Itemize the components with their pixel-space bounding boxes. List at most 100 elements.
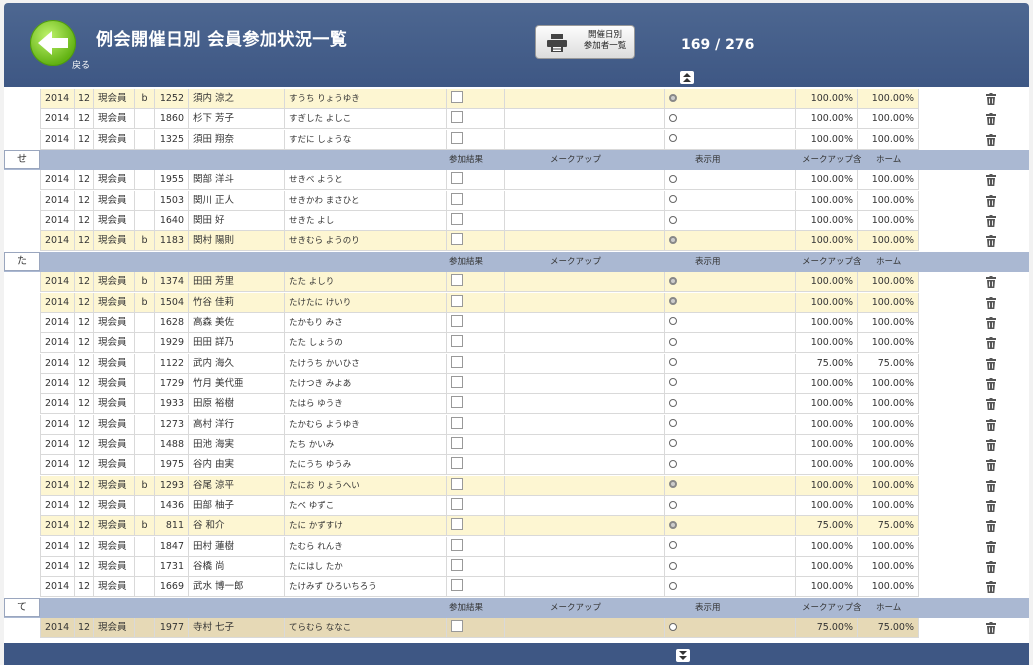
trash-icon[interactable] — [986, 581, 996, 596]
member-row[interactable]: 2014 12 現会員 b 1183 関村 陽則 せきむら ようのり 100.00% 100.0… — [4, 231, 1029, 252]
attendance-checkbox[interactable] — [451, 213, 463, 226]
trash-icon[interactable] — [986, 174, 996, 189]
makeup-cell[interactable] — [504, 394, 664, 415]
attendance-checkbox[interactable] — [451, 314, 463, 327]
trash-icon[interactable] — [986, 377, 996, 393]
trash-icon[interactable] — [986, 316, 996, 332]
trash-icon[interactable] — [986, 540, 996, 556]
makeup-cell[interactable] — [504, 190, 664, 211]
member-row[interactable]: 2014 12 現会員 b 1252 須内 涼之 すうち りょうゆき 100.00% 100.0… — [4, 89, 1029, 109]
makeup-cell[interactable] — [504, 312, 664, 333]
member-row[interactable]: 2014 12 現会員 1731 谷橋 尚たにはし たか 100.00% 100.00% — [4, 557, 1029, 578]
member-row[interactable]: 2014 12 現会員 1628 高森 美佐 たかもり みさ 100.00% 100.00% — [4, 312, 1029, 333]
trash-icon[interactable] — [986, 215, 996, 230]
attendance-checkbox[interactable] — [451, 192, 463, 205]
member-row[interactable]: 2014 12 現会員 b 1374 田田 芳里 たた よしり 100.00% 100.00% — [4, 272, 1029, 293]
attendance-checkbox[interactable] — [451, 172, 463, 185]
makeup-cell[interactable] — [504, 89, 664, 109]
member-row[interactable]: 2014 12 現会員 1729 竹月 美代亜 たけつき みよあ 100.00% 100.00… — [4, 373, 1029, 394]
display-radio[interactable] — [669, 235, 677, 244]
attendance-checkbox[interactable] — [451, 416, 463, 429]
trash-icon[interactable] — [986, 459, 996, 474]
display-radio[interactable] — [669, 378, 677, 387]
trash-icon[interactable] — [986, 561, 996, 576]
member-row[interactable]: 2014 12 現会員 1929 田田 詳乃 たた しょうの 100.00% 100.00% — [4, 333, 1029, 354]
display-radio[interactable] — [669, 622, 677, 631]
makeup-cell[interactable] — [504, 496, 664, 516]
display-radio[interactable] — [669, 500, 677, 509]
display-radio[interactable] — [669, 93, 677, 102]
trash-icon[interactable] — [986, 337, 996, 352]
member-row[interactable]: 2014 12 現会員 1436 田部 柚子 たべ ゆずこ 100.00% 100.00% — [4, 496, 1029, 516]
member-row[interactable]: 2014 12 現会員 1933 田原 裕樹 たはら ゆうき 100.00% 100.00% — [4, 394, 1029, 415]
attendance-checkbox[interactable] — [451, 131, 463, 144]
member-row[interactable]: 2014 12 現会員 1122 武内 海久 たけうち かいひさ 75.00% 75.00% — [4, 353, 1029, 374]
display-radio[interactable] — [669, 439, 677, 448]
display-radio[interactable] — [669, 195, 677, 204]
trash-icon[interactable] — [986, 276, 996, 291]
makeup-cell[interactable] — [504, 333, 664, 354]
trash-icon[interactable] — [986, 622, 996, 637]
makeup-cell[interactable] — [504, 353, 664, 374]
makeup-cell[interactable] — [504, 170, 664, 191]
makeup-cell[interactable] — [504, 231, 664, 252]
member-row[interactable]: 2014 12 現会員 1975 谷内 由実 たにうち ゆうみ 100.00% 100.00% — [4, 455, 1029, 476]
display-radio[interactable] — [669, 134, 677, 143]
trash-icon[interactable] — [986, 133, 996, 149]
attendance-checkbox[interactable] — [451, 294, 463, 307]
makeup-cell[interactable] — [504, 536, 664, 557]
makeup-cell[interactable] — [504, 109, 664, 130]
attendance-checkbox[interactable] — [451, 457, 463, 470]
trash-icon[interactable] — [986, 438, 996, 454]
member-row[interactable]: 2014 12 現会員 1847 田村 蓮樹 たむら れんき 100.00% 100.00% — [4, 536, 1029, 557]
display-radio[interactable] — [669, 297, 677, 305]
display-radio[interactable] — [669, 398, 677, 407]
attendance-checkbox[interactable] — [451, 274, 463, 287]
attendance-checkbox[interactable] — [451, 620, 463, 633]
attendance-checkbox[interactable] — [451, 498, 463, 510]
attendance-checkbox[interactable] — [451, 559, 463, 572]
print-list-button[interactable]: 開催日別 参加者一覧 — [535, 25, 635, 59]
attendance-checkbox[interactable] — [451, 355, 463, 368]
makeup-cell[interactable] — [504, 434, 664, 455]
display-radio[interactable] — [669, 419, 677, 428]
attendance-checkbox[interactable] — [451, 233, 463, 246]
display-radio[interactable] — [669, 317, 677, 326]
trash-icon[interactable] — [986, 520, 996, 535]
display-radio[interactable] — [669, 358, 677, 367]
member-row[interactable]: 2014 12 現会員 1669 武水 博一郎 たけみず ひろいちろう 100.00% 100… — [4, 577, 1029, 598]
display-radio[interactable] — [669, 337, 677, 346]
display-radio[interactable] — [669, 480, 677, 489]
member-row[interactable]: 2014 12 現会員 1503 関川 正人 せきかわ まさひと 100.00% 100.00… — [4, 190, 1029, 211]
member-row[interactable]: 2014 12 現会員 1955 関部 洋斗 せきべ ようと 100.00% 100.00% — [4, 170, 1029, 191]
makeup-cell[interactable] — [504, 211, 664, 232]
trash-icon[interactable] — [986, 235, 996, 250]
trash-icon[interactable] — [986, 296, 996, 312]
member-row[interactable]: 2014 12 現会員 1325 須田 翔奈 すだに しょうな 100.00% 100.00% — [4, 129, 1029, 150]
makeup-cell[interactable] — [504, 129, 664, 150]
member-row[interactable]: 2014 12 現会員 1488 田池 海実 たち かいみ 100.00% 100.00% — [4, 434, 1029, 455]
member-row[interactable]: 2014 12 現会員 b 811 谷 和介 たに かずすけ 75.00% 75.00% — [4, 516, 1029, 537]
display-radio[interactable] — [669, 174, 677, 183]
member-row[interactable]: 2014 12 現会員 1977 寺村 七子 てらむら ななこ 75.00% 75.00% — [4, 618, 1029, 639]
attendance-checkbox[interactable] — [451, 91, 463, 103]
display-radio[interactable] — [669, 113, 677, 122]
attendance-checkbox[interactable] — [451, 477, 463, 490]
member-row[interactable]: 2014 12 現会員 b 1293 谷尾 涼平 たにお りょうへい 100.00% 100.0… — [4, 475, 1029, 496]
makeup-cell[interactable] — [504, 618, 664, 639]
attendance-checkbox[interactable] — [451, 538, 463, 551]
display-radio[interactable] — [669, 215, 677, 224]
display-radio[interactable] — [669, 561, 677, 570]
trash-icon[interactable] — [986, 398, 996, 413]
makeup-cell[interactable] — [504, 373, 664, 394]
display-radio[interactable] — [669, 459, 677, 468]
makeup-cell[interactable] — [504, 577, 664, 598]
trash-icon[interactable] — [986, 113, 996, 128]
makeup-cell[interactable] — [504, 557, 664, 578]
attendance-checkbox[interactable] — [451, 579, 463, 592]
makeup-cell[interactable] — [504, 292, 664, 313]
member-row[interactable]: 2014 12 現会員 1273 高村 洋行 たかむら ようゆき 100.00% 100.00… — [4, 414, 1029, 435]
trash-icon[interactable] — [986, 357, 996, 373]
member-row[interactable]: 2014 12 現会員 1640 関田 好せきた よし 100.00% 100.00% — [4, 211, 1029, 232]
trash-icon[interactable] — [986, 194, 996, 210]
